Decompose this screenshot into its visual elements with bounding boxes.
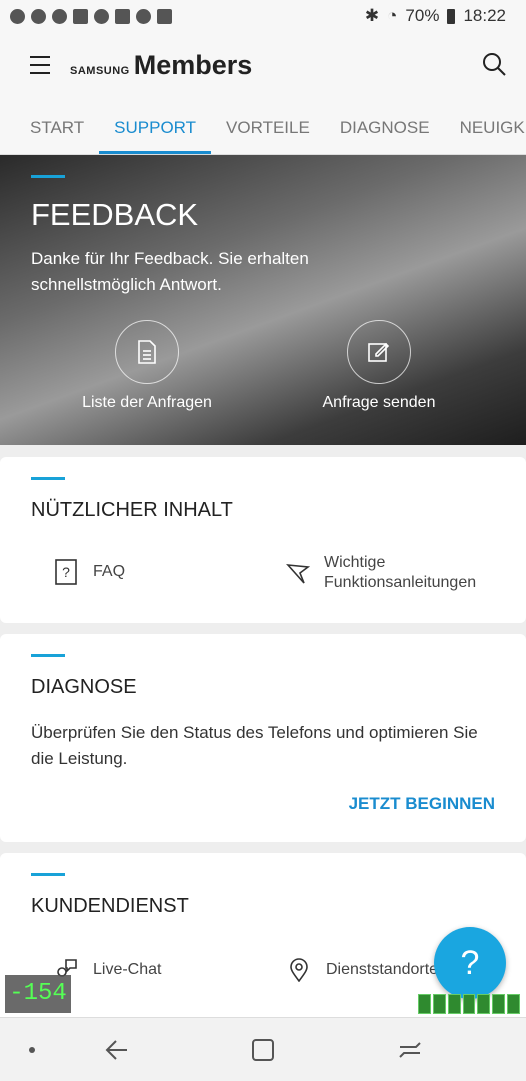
edit-icon xyxy=(347,320,411,384)
tab-support[interactable]: SUPPORT xyxy=(99,102,211,154)
tab-neuigkeiten[interactable]: NEUIGKE xyxy=(445,102,526,154)
faq-label: FAQ xyxy=(93,563,126,580)
feedback-section: FEEDBACK Danke für Ihr Feedback. Sie erh… xyxy=(0,155,526,445)
app-bar: SAMSUNG Members xyxy=(0,32,526,102)
live-chat-label: Live-Chat xyxy=(93,961,162,978)
service-locations-item[interactable]: Dienststandorte xyxy=(286,957,438,983)
tab-start[interactable]: START xyxy=(0,102,99,154)
back-icon[interactable] xyxy=(102,1036,130,1064)
request-list-button[interactable]: Liste der Anfragen xyxy=(57,320,237,412)
feedback-title: FEEDBACK xyxy=(31,197,199,232)
tab-bar: START SUPPORT VORTEILE DIAGNOSE NEUIGKE xyxy=(0,102,526,155)
home-icon[interactable] xyxy=(249,1036,277,1064)
guides-label: Wichtige Funktionsanleitungen xyxy=(324,554,477,591)
section-accent-bar xyxy=(31,175,65,178)
diagnose-description: Überprüfen Sie den Status des Telefons u… xyxy=(31,723,478,768)
section-accent-bar xyxy=(31,654,65,657)
section-accent-bar xyxy=(31,873,65,876)
search-icon[interactable] xyxy=(482,52,506,76)
system-nav-bar xyxy=(0,1017,526,1081)
flag-icon xyxy=(286,560,310,586)
tab-vorteile[interactable]: VORTEILE xyxy=(211,102,325,154)
tab-diagnose[interactable]: DIAGNOSE xyxy=(325,102,445,154)
customer-service-title: KUNDENDIENST xyxy=(31,895,189,917)
clock: 18:22 xyxy=(463,6,506,25)
section-accent-bar xyxy=(31,477,65,480)
faq-icon: ? xyxy=(53,559,79,585)
diagnose-title: DIAGNOSE xyxy=(31,676,137,698)
send-request-label: Anfrage senden xyxy=(322,394,436,411)
wifi-icon: ◔ xyxy=(387,6,398,25)
dot-icon[interactable] xyxy=(24,1036,40,1064)
faq-item[interactable]: ? FAQ xyxy=(53,559,125,585)
svg-text:?: ? xyxy=(62,564,70,580)
debug-bars xyxy=(418,994,521,1014)
guides-item[interactable]: Wichtige Funktionsanleitungen xyxy=(286,553,506,593)
recent-apps-icon[interactable] xyxy=(396,1036,424,1064)
feedback-description: Danke für Ihr Feedback. Sie erhalten sch… xyxy=(31,249,309,294)
help-button[interactable]: ? xyxy=(434,927,506,999)
battery-percent: 70% xyxy=(405,6,440,25)
notification-icon xyxy=(10,8,25,24)
notification-icon xyxy=(52,8,67,24)
useful-content-title: NÜTZLICHER INHALT xyxy=(31,499,233,521)
calendar-icon xyxy=(157,8,172,24)
bluetooth-icon: ✱ xyxy=(364,6,380,25)
image-icon xyxy=(73,8,88,24)
message-icon xyxy=(115,8,130,24)
request-list-label: Liste der Anfragen xyxy=(82,394,212,411)
app-logo: SAMSUNG Members xyxy=(70,50,253,80)
send-request-button[interactable]: Anfrage senden xyxy=(289,320,469,412)
document-icon xyxy=(115,320,179,384)
menu-icon[interactable] xyxy=(30,56,50,74)
battery-icon xyxy=(447,8,456,24)
location-pin-icon xyxy=(286,957,312,983)
start-diagnose-button[interactable]: JETZT BEGINNEN xyxy=(349,794,495,814)
notification-icons xyxy=(10,8,172,24)
whatsapp-icon xyxy=(31,8,46,24)
diagnose-card: DIAGNOSE Überprüfen Sie den Status des T… xyxy=(0,634,526,842)
status-bar: ✱ ◔ 70% 18:22 xyxy=(0,0,526,32)
useful-content-card: NÜTZLICHER INHALT ? FAQ Wichtige Funktio… xyxy=(0,457,526,623)
debug-overlay: -154 xyxy=(5,975,71,1013)
service-locations-label: Dienststandorte xyxy=(326,961,439,978)
notification-icon xyxy=(136,8,151,24)
phone-icon xyxy=(94,8,109,24)
